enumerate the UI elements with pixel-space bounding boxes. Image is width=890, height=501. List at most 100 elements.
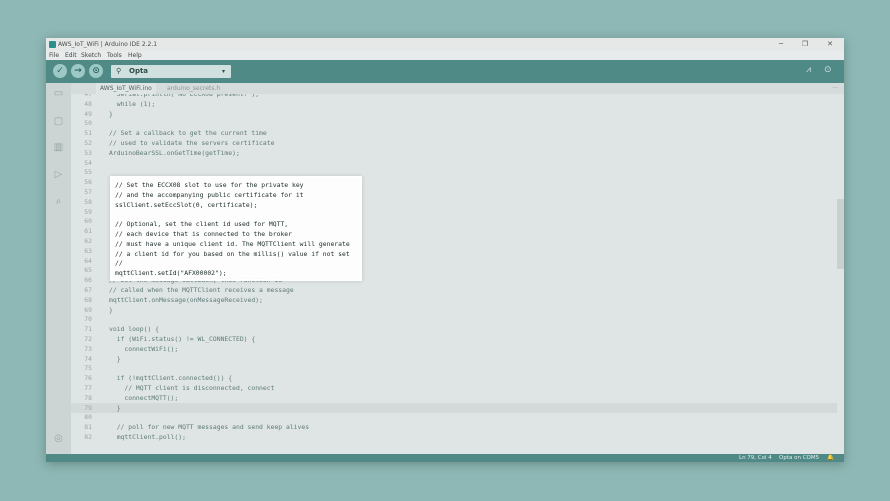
code-text[interactable]: // poll for new MQTT messages and send k… bbox=[109, 422, 309, 432]
highlighted-code-line: sslClient.setEccSlot(0, certificate); bbox=[115, 200, 258, 209]
code-text[interactable]: // used to validate the servers certific… bbox=[109, 138, 274, 148]
code-text[interactable]: // Set a callback to get the current tim… bbox=[109, 128, 267, 138]
line-number: 69 bbox=[84, 305, 92, 314]
line-number: 63 bbox=[84, 246, 92, 255]
usb-icon: ⚲ bbox=[116, 67, 122, 75]
board-icon[interactable]: ▢ bbox=[53, 116, 64, 127]
line-number: 76 bbox=[84, 374, 92, 383]
code-line[interactable]: 79 } bbox=[71, 402, 837, 413]
close-button[interactable]: ✕ bbox=[823, 38, 837, 51]
line-number: 75 bbox=[84, 364, 92, 373]
line-number: 72 bbox=[84, 335, 92, 343]
code-line[interactable]: 71 void loop() { bbox=[71, 324, 837, 334]
chevron-down-icon: ▾ bbox=[221, 68, 225, 75]
code-line[interactable]: 73 connectWiFi(); bbox=[71, 344, 837, 354]
code-text[interactable]: ArduinoBearSSL.onGetTime(getTime); bbox=[109, 148, 240, 158]
code-line[interactable]: 72 if (WiFi.status() != WL_CONNECTED) { bbox=[71, 334, 837, 344]
line-number: 52 bbox=[84, 139, 92, 147]
menu-bar: File Edit Sketch Tools Help bbox=[46, 51, 844, 60]
scrollbar-thumb[interactable] bbox=[837, 199, 844, 269]
tab-main-sketch[interactable]: AWS_IoT_WiFi.ino bbox=[96, 83, 156, 94]
board-name: Opta bbox=[129, 67, 149, 75]
code-text[interactable]: } bbox=[109, 403, 121, 413]
code-text[interactable]: if (!mqttClient.connected()) { bbox=[109, 373, 232, 383]
code-line[interactable]: 69} bbox=[71, 305, 837, 315]
code-line[interactable]: 77 // MQTT client is disconnected, conne… bbox=[71, 383, 837, 393]
verify-button[interactable]: ✓ bbox=[53, 64, 67, 78]
menu-sketch[interactable]: Sketch bbox=[81, 51, 101, 60]
code-line[interactable]: 70 bbox=[71, 314, 837, 324]
code-text[interactable]: void loop() { bbox=[109, 324, 159, 334]
highlighted-code-line: // must have a unique client id. The MQT… bbox=[115, 239, 350, 248]
code-line[interactable]: 75 bbox=[71, 363, 837, 373]
line-number: 50 bbox=[84, 119, 92, 128]
code-text[interactable]: // called when the MQTTClient receives a… bbox=[109, 285, 294, 295]
line-number: 61 bbox=[84, 227, 92, 236]
more-icon[interactable]: ··· bbox=[832, 83, 838, 94]
status-bar: Ln 79, Col 4 Opta on COM5 🔔 bbox=[46, 454, 844, 462]
account-icon[interactable]: ◎ bbox=[53, 433, 64, 444]
line-number: 65 bbox=[84, 266, 92, 275]
line-number: 60 bbox=[84, 217, 92, 226]
code-line[interactable]: 49} bbox=[71, 109, 837, 119]
code-line[interactable]: 51 // Set a callback to get the current t… bbox=[71, 128, 837, 138]
code-line[interactable]: 67 // called when the MQTTClient receives… bbox=[71, 285, 837, 295]
code-text[interactable]: } bbox=[109, 305, 113, 315]
library-icon[interactable]: ▥ bbox=[53, 142, 64, 153]
code-line[interactable]: 81 // poll for new MQTT messages and sen… bbox=[71, 422, 837, 432]
menu-edit[interactable]: Edit bbox=[65, 51, 77, 60]
line-number: 53 bbox=[84, 148, 92, 157]
code-line[interactable]: 78 connectMQTT(); bbox=[71, 393, 837, 403]
code-line[interactable]: 74 } bbox=[71, 354, 837, 364]
code-line[interactable]: 52 // used to validate the servers certif… bbox=[71, 138, 837, 148]
code-text[interactable]: connectWiFi(); bbox=[109, 344, 178, 354]
code-line[interactable]: 80 bbox=[71, 412, 837, 422]
debug-icon: ⊙ bbox=[92, 66, 100, 76]
code-line[interactable]: 54 bbox=[71, 158, 837, 168]
check-icon: ✓ bbox=[56, 66, 64, 76]
bell-icon[interactable]: 🔔 bbox=[827, 454, 834, 462]
title-bar: AWS_IoT_WiFi | Arduino IDE 2.2.1 ─ ❐ ✕ bbox=[46, 38, 844, 51]
line-number: 79 bbox=[84, 403, 92, 412]
scrollbar[interactable] bbox=[837, 94, 844, 454]
line-number: 81 bbox=[84, 423, 92, 432]
minimize-button[interactable]: ─ bbox=[774, 38, 788, 51]
serial-monitor-icon[interactable]: ⊙ bbox=[824, 65, 832, 75]
menu-tools[interactable]: Tools bbox=[107, 51, 122, 60]
code-line[interactable]: 50 bbox=[71, 118, 837, 128]
code-text[interactable]: while (1); bbox=[109, 99, 155, 109]
line-number: 54 bbox=[84, 158, 92, 167]
line-number: 66 bbox=[84, 276, 92, 285]
arrow-right-icon: → bbox=[74, 66, 82, 76]
upload-button[interactable]: → bbox=[71, 64, 85, 78]
code-text[interactable]: mqttClient.poll(); bbox=[109, 432, 186, 442]
code-line[interactable]: 76 if (!mqttClient.connected()) { bbox=[71, 373, 837, 383]
code-text[interactable]: } bbox=[109, 354, 121, 364]
board-selector[interactable]: ⚲ Opta ▾ bbox=[111, 65, 231, 78]
highlighted-code-line: // bbox=[115, 259, 123, 268]
serial-plotter-icon[interactable]: ⩘ bbox=[806, 65, 811, 75]
code-line[interactable]: 48 while (1); bbox=[71, 99, 837, 109]
code-line[interactable]: 82 mqttClient.poll(); bbox=[71, 432, 837, 442]
menu-file[interactable]: File bbox=[49, 51, 59, 60]
debug-button[interactable]: ⊙ bbox=[89, 64, 103, 78]
menu-help[interactable]: Help bbox=[128, 51, 142, 60]
code-text[interactable]: } bbox=[109, 109, 113, 119]
line-number: 59 bbox=[84, 207, 92, 216]
folder-icon[interactable]: ▭ bbox=[53, 88, 64, 99]
code-text[interactable]: connectMQTT(); bbox=[109, 393, 178, 403]
code-text[interactable]: if (WiFi.status() != WL_CONNECTED) { bbox=[109, 334, 256, 344]
line-number: 51 bbox=[84, 129, 92, 138]
maximize-button[interactable]: ❐ bbox=[798, 38, 812, 51]
debug-icon[interactable]: ▷ bbox=[53, 169, 64, 180]
search-icon[interactable]: ⌕ bbox=[53, 196, 64, 207]
line-number: 57 bbox=[84, 188, 92, 196]
code-highlight-callout: // Set the ECCX08 slot to use for the pr… bbox=[110, 176, 362, 281]
code-text[interactable]: mqttClient.onMessage(onMessageReceived); bbox=[109, 295, 263, 305]
highlighted-code-line: // and the accompanying public certifica… bbox=[115, 190, 304, 199]
file-tabs: AWS_IoT_WiFi.ino arduino_secrets.h ··· bbox=[71, 83, 844, 94]
code-line[interactable]: 68 mqttClient.onMessage(onMessageReceived… bbox=[71, 295, 837, 305]
tab-secrets[interactable]: arduino_secrets.h bbox=[163, 83, 224, 94]
code-text[interactable]: // MQTT client is disconnected, connect bbox=[109, 383, 274, 393]
code-line[interactable]: 53 ArduinoBearSSL.onGetTime(getTime); bbox=[71, 148, 837, 158]
